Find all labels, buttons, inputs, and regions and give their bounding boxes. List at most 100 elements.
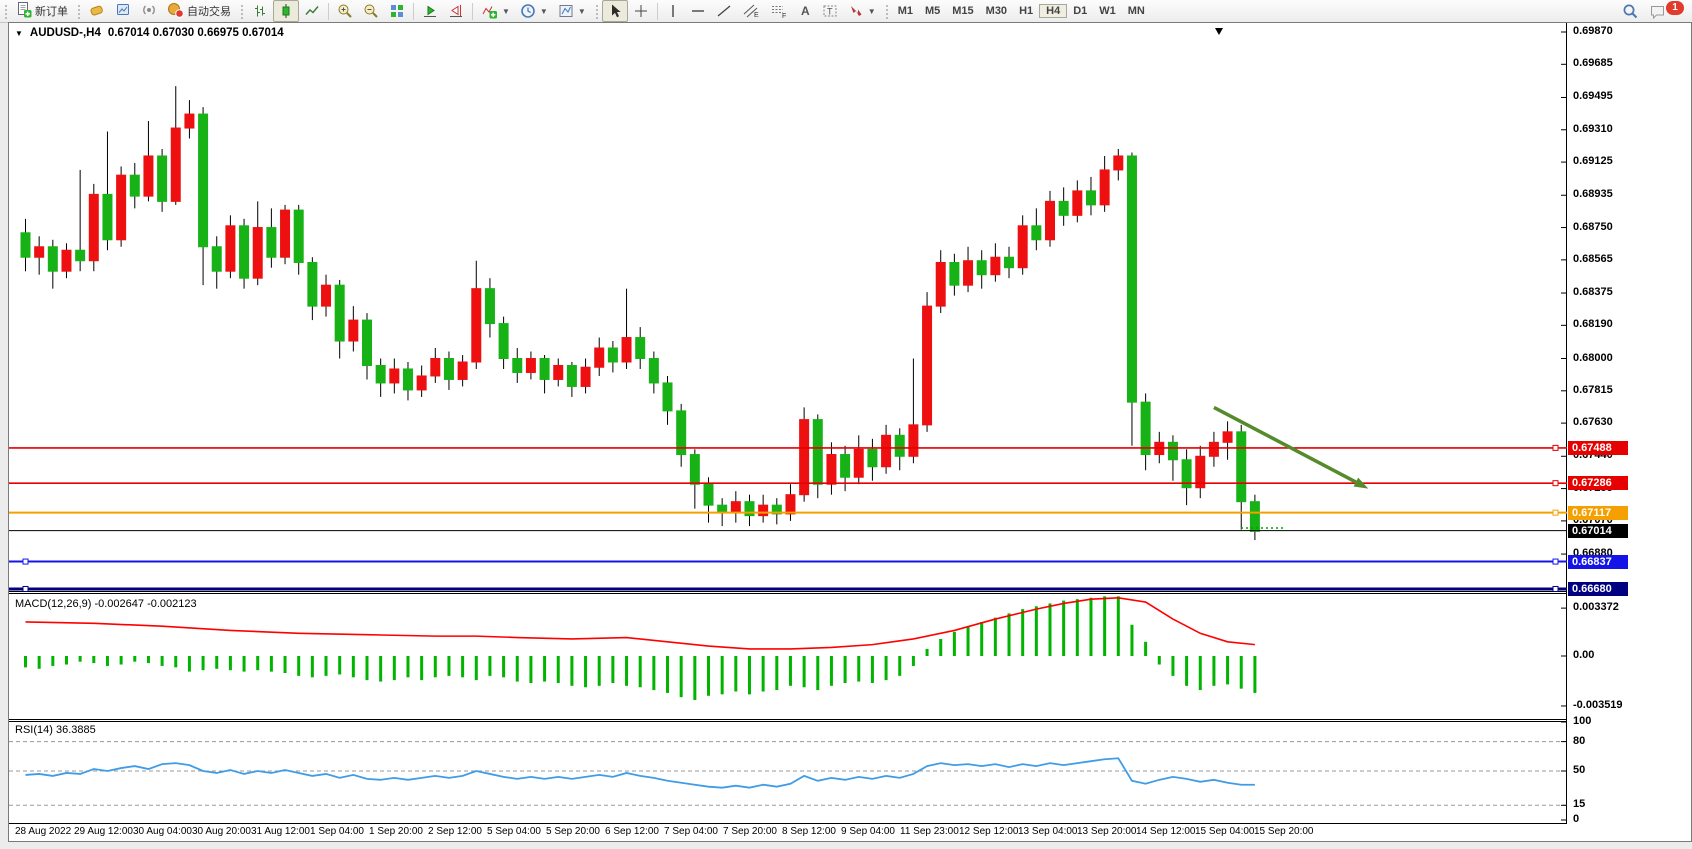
- macd-histogram-bar: [557, 656, 560, 683]
- macd-histogram-bar: [65, 656, 68, 665]
- vertical-line-button[interactable]: [661, 0, 685, 22]
- cursor-button[interactable]: [602, 0, 628, 22]
- macd-histogram-bar: [844, 656, 847, 683]
- line-chart-button[interactable]: [299, 0, 325, 22]
- candle-body: [499, 324, 508, 359]
- toolbar-grip[interactable]: [239, 3, 244, 19]
- macd-histogram-bar: [871, 656, 874, 683]
- hline-handle[interactable]: [1553, 445, 1558, 450]
- text-label-button[interactable]: T: [817, 0, 843, 22]
- price-tag-0.66837[interactable]: 0.66837: [1568, 555, 1628, 569]
- text-button[interactable]: A: [793, 0, 817, 22]
- chart-shift-button[interactable]: [443, 0, 469, 22]
- macd-tick-label: -0.003519: [1573, 699, 1623, 711]
- history-center-button[interactable]: [84, 0, 110, 22]
- macd-histogram-bar: [789, 656, 792, 686]
- tile-windows-button[interactable]: [384, 0, 410, 22]
- collapse-chart-icon[interactable]: ▼: [15, 29, 23, 38]
- trend-arrow[interactable]: [1214, 407, 1356, 482]
- time-axis[interactable]: 28 Aug 202229 Aug 12:0030 Aug 04:0030 Au…: [9, 824, 1567, 841]
- macd-histogram-bar: [366, 656, 369, 680]
- hline-handle[interactable]: [23, 586, 28, 591]
- macd-histogram-bar: [1158, 656, 1161, 665]
- candle-body: [267, 228, 276, 258]
- price-scale[interactable]: 0.698700.696850.694950.693100.691250.689…: [1567, 23, 1691, 841]
- candle-body: [1005, 257, 1014, 267]
- time-label: 7 Sep 20:00: [723, 826, 777, 837]
- zoom-in-button[interactable]: [332, 0, 358, 22]
- arrows-button[interactable]: ▼: [843, 0, 881, 22]
- macd-indicator-label: MACD(12,26,9) -0.002647 -0.002123: [15, 598, 197, 610]
- hline-handle[interactable]: [1553, 481, 1558, 486]
- time-label: 5 Sep 04:00: [487, 826, 541, 837]
- charts-window-button[interactable]: [110, 0, 136, 22]
- price-tick-label: 0.67630: [1573, 416, 1613, 428]
- macd-histogram-bar: [939, 639, 942, 656]
- indicators-button[interactable]: ▼: [476, 0, 515, 22]
- macd-histogram-bar: [734, 656, 737, 692]
- chart-shift-icon: [448, 3, 464, 19]
- zoom-out-icon: [363, 3, 379, 19]
- hline-handle[interactable]: [1553, 586, 1558, 591]
- text-label-icon: T: [822, 3, 838, 19]
- trendline-button[interactable]: [711, 0, 737, 22]
- timeframe-m30[interactable]: M30: [980, 5, 1013, 17]
- equidistant-channel-button[interactable]: E: [737, 0, 765, 22]
- macd-histogram-bar: [133, 656, 136, 662]
- horizontal-line-button[interactable]: [685, 0, 711, 22]
- auto-scroll-button[interactable]: [417, 0, 443, 22]
- macd-histogram-bar: [680, 656, 683, 697]
- timeframe-m15[interactable]: M15: [946, 5, 979, 17]
- new-order-button[interactable]: 新订单: [11, 0, 73, 22]
- notification-badge[interactable]: 1: [1666, 1, 1684, 15]
- bar-chart-button[interactable]: [247, 0, 273, 22]
- toolbar-grip[interactable]: [3, 3, 8, 19]
- toolbar-separator: [413, 3, 414, 20]
- toolbar-grip[interactable]: [76, 3, 81, 19]
- candle-body: [1100, 170, 1109, 205]
- macd-histogram-bar: [967, 626, 970, 656]
- timeframe-w1[interactable]: W1: [1093, 5, 1122, 17]
- toolbar-separator: [657, 3, 658, 20]
- crosshair-button[interactable]: [628, 0, 654, 22]
- chart-shift-marker[interactable]: [1215, 28, 1223, 35]
- chart-plot-area[interactable]: [9, 23, 1567, 841]
- chart-symbol-period: AUDUSD-,H4: [30, 27, 101, 39]
- candle-body: [431, 359, 440, 376]
- signals-button[interactable]: [136, 0, 162, 22]
- candle-body: [335, 285, 344, 341]
- search-button[interactable]: [1617, 0, 1644, 22]
- timeframe-h1[interactable]: H1: [1013, 5, 1039, 17]
- crosshair-icon: [633, 3, 649, 19]
- price-tag-0.67488[interactable]: 0.67488: [1568, 441, 1628, 455]
- candlestick-chart-button[interactable]: [273, 0, 299, 22]
- fibonacci-button[interactable]: F: [765, 0, 793, 22]
- timeframe-d1[interactable]: D1: [1067, 5, 1093, 17]
- price-tag-0.67286[interactable]: 0.67286: [1568, 476, 1628, 490]
- chat-icon: [1649, 3, 1667, 20]
- hline-handle[interactable]: [1553, 559, 1558, 564]
- periods-button[interactable]: ▼: [515, 0, 553, 22]
- timeframe-m1[interactable]: M1: [892, 5, 919, 17]
- price-tag-0.67014[interactable]: 0.67014: [1568, 524, 1628, 538]
- time-label: 1 Sep 04:00: [310, 826, 364, 837]
- macd-histogram-bar: [51, 656, 54, 666]
- price-tag-0.66680[interactable]: 0.66680: [1568, 582, 1628, 596]
- timeframe-m5[interactable]: M5: [919, 5, 946, 17]
- hline-handle[interactable]: [23, 559, 28, 564]
- macd-histogram-bar: [803, 656, 806, 687]
- timeframe-h4[interactable]: H4: [1039, 4, 1067, 18]
- toolbar-grip[interactable]: [884, 3, 889, 19]
- macd-histogram-bar: [284, 656, 287, 673]
- algo-trading-button[interactable]: 自动交易: [162, 0, 236, 22]
- zoom-out-button[interactable]: [358, 0, 384, 22]
- toolbar-grip[interactable]: [594, 3, 599, 19]
- templates-button[interactable]: ▼: [553, 0, 591, 22]
- timeframe-mn[interactable]: MN: [1122, 5, 1151, 17]
- price-tag-0.67117[interactable]: 0.67117: [1568, 506, 1628, 520]
- hline-handle[interactable]: [1553, 510, 1558, 515]
- candle-body: [690, 455, 699, 485]
- candle-body: [608, 348, 617, 362]
- macd-histogram-bar: [1185, 656, 1188, 686]
- candle-body: [349, 320, 358, 341]
